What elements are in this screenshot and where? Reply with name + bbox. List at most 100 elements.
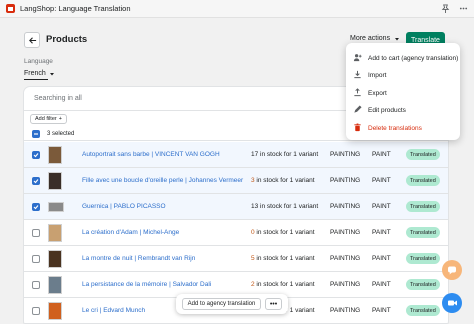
- stock-status: 17 in stock for 1 variant: [251, 151, 318, 158]
- product-type: PAINTING: [330, 229, 361, 236]
- row-checkbox[interactable]: [32, 255, 40, 263]
- stock-text: in stock for 1 variant: [258, 203, 319, 210]
- more-actions-button[interactable]: More actions: [350, 35, 400, 42]
- menu-item-label: Import: [368, 71, 387, 79]
- product-vendor: PAINT: [372, 307, 391, 314]
- product-vendor: PAINT: [372, 281, 391, 288]
- table-row[interactable]: Guernica | PABLO PICASSO 13 in stock for …: [24, 194, 448, 220]
- chat-button[interactable]: [442, 260, 462, 280]
- product-vendor: PAINT: [372, 229, 391, 236]
- product-vendor: PAINT: [372, 255, 391, 262]
- row-checkbox[interactable]: [32, 229, 40, 237]
- product-thumbnail: [48, 250, 62, 268]
- table-row[interactable]: La création d'Adam | Michel-Ange 0 in sto…: [24, 220, 448, 246]
- menu-item-label: Delete translations: [368, 124, 422, 132]
- menu-item-import[interactable]: Import: [346, 67, 460, 83]
- product-type: PAINTING: [330, 255, 361, 262]
- status-badge: Translated: [406, 175, 440, 186]
- product-type: PAINTING: [330, 151, 361, 158]
- menu-item-label: Export: [368, 89, 387, 97]
- product-vendor: PAINT: [372, 177, 391, 184]
- stock-status: 5 in stock for 1 variant: [251, 255, 315, 262]
- status-badge: Translated: [406, 227, 440, 238]
- row-checkbox[interactable]: [32, 307, 40, 315]
- table-row[interactable]: Autoportrait sans barbe | VINCENT VAN GO…: [24, 142, 448, 168]
- product-type: PAINTING: [330, 307, 361, 314]
- status-badge: Translated: [406, 279, 440, 290]
- back-button[interactable]: [24, 32, 40, 48]
- more-actions-label: More actions: [350, 35, 391, 42]
- product-thumbnail: [48, 302, 62, 320]
- product-name-link[interactable]: La création d'Adam | Michel-Ange: [82, 229, 179, 236]
- bulk-more-button[interactable]: •••: [265, 298, 282, 310]
- stock-text: in stock for 1 variant: [254, 255, 315, 262]
- more-actions-menu: Add to cart (agency translation) Import Ex…: [346, 43, 460, 140]
- add-filter-button[interactable]: Add filter +: [30, 114, 67, 124]
- chat-icon: [448, 266, 456, 275]
- table-row[interactable]: Fille avec une boucle d'oreille perle | …: [24, 168, 448, 194]
- add-to-agency-translation-button[interactable]: Add to agency translation: [182, 298, 261, 310]
- product-name-link[interactable]: La montre de nuit | Rembrandt van Rijn: [82, 255, 195, 262]
- status-badge: Translated: [406, 149, 440, 160]
- row-checkbox[interactable]: [32, 177, 40, 185]
- stock-text: in stock for 1 variant: [258, 151, 319, 158]
- product-name-link[interactable]: Guernica | PABLO PICASSO: [82, 203, 166, 210]
- caret-down-icon: [395, 37, 400, 40]
- product-type: PAINTING: [330, 281, 361, 288]
- product-type: PAINTING: [330, 177, 361, 184]
- row-checkbox[interactable]: [32, 151, 40, 159]
- menu-item-label: Edit products: [368, 106, 406, 114]
- import-icon: [353, 70, 362, 79]
- language-select[interactable]: French: [24, 70, 55, 77]
- stock-status: 3 in stock for 1 variant: [251, 177, 315, 184]
- product-name-link[interactable]: La persistance de la mémoire | Salvador …: [82, 281, 211, 288]
- app-titlebar: LangShop: Language Translation: [0, 0, 474, 18]
- menu-item-edit-products[interactable]: Edit products: [346, 102, 460, 118]
- menu-item-label: Add to cart (agency translation): [368, 54, 459, 62]
- status-badge: Translated: [406, 253, 440, 264]
- page-title: Products: [46, 34, 88, 45]
- plus-icon: +: [58, 116, 62, 122]
- product-vendor: PAINT: [372, 203, 391, 210]
- more-icon[interactable]: [458, 4, 468, 14]
- product-name-link[interactable]: Le cri | Edvard Munch: [82, 307, 145, 314]
- selected-count: 3 selected: [47, 131, 75, 137]
- stock-text: in stock for 1 variant: [254, 281, 315, 288]
- select-all-checkbox[interactable]: [32, 130, 40, 138]
- export-icon: [353, 88, 362, 97]
- product-vendor: PAINT: [372, 151, 391, 158]
- stock-status: 2 in stock for 1 variant: [251, 281, 315, 288]
- product-name-link[interactable]: Fille avec une boucle d'oreille perle | …: [82, 177, 243, 184]
- bulk-action-bar: Add to agency translation •••: [176, 294, 288, 314]
- menu-item-export[interactable]: Export: [346, 85, 460, 101]
- status-badge: Translated: [406, 201, 440, 212]
- video-call-button[interactable]: [442, 293, 462, 313]
- product-thumbnail: [48, 202, 64, 212]
- product-type: PAINTING: [330, 203, 361, 210]
- row-checkbox[interactable]: [32, 203, 40, 211]
- stock-status: 0 in stock for 1 variant: [251, 229, 315, 236]
- stock-text: in stock for 1 variant: [254, 229, 315, 236]
- product-thumbnail: [48, 146, 62, 164]
- language-label: Language: [24, 58, 53, 65]
- menu-item-delete-translations[interactable]: Delete translations: [346, 120, 460, 136]
- table-row[interactable]: La montre de nuit | Rembrandt van Rijn 5 …: [24, 246, 448, 272]
- product-thumbnail: [48, 224, 62, 242]
- stock-text: in stock for 1 variant: [254, 177, 315, 184]
- edit-icon: [353, 105, 362, 114]
- language-value: French: [24, 70, 46, 77]
- caret-down-icon: [49, 72, 54, 75]
- product-name-link[interactable]: Autoportrait sans barbe | VINCENT VAN GO…: [82, 151, 220, 158]
- product-thumbnail: [48, 172, 62, 190]
- menu-item-add-to-cart-agency-translation[interactable]: Add to cart (agency translation): [346, 50, 460, 66]
- app-logo-icon: [6, 4, 15, 13]
- delete-icon: [353, 123, 362, 132]
- status-badge: Translated: [406, 305, 440, 316]
- video-icon: [447, 300, 457, 306]
- language-underline: [24, 79, 48, 80]
- pin-icon[interactable]: [440, 4, 450, 14]
- stock-status: 13 in stock for 1 variant: [251, 203, 318, 210]
- product-thumbnail: [48, 276, 62, 294]
- person-add-icon: [353, 53, 362, 62]
- row-checkbox[interactable]: [32, 281, 40, 289]
